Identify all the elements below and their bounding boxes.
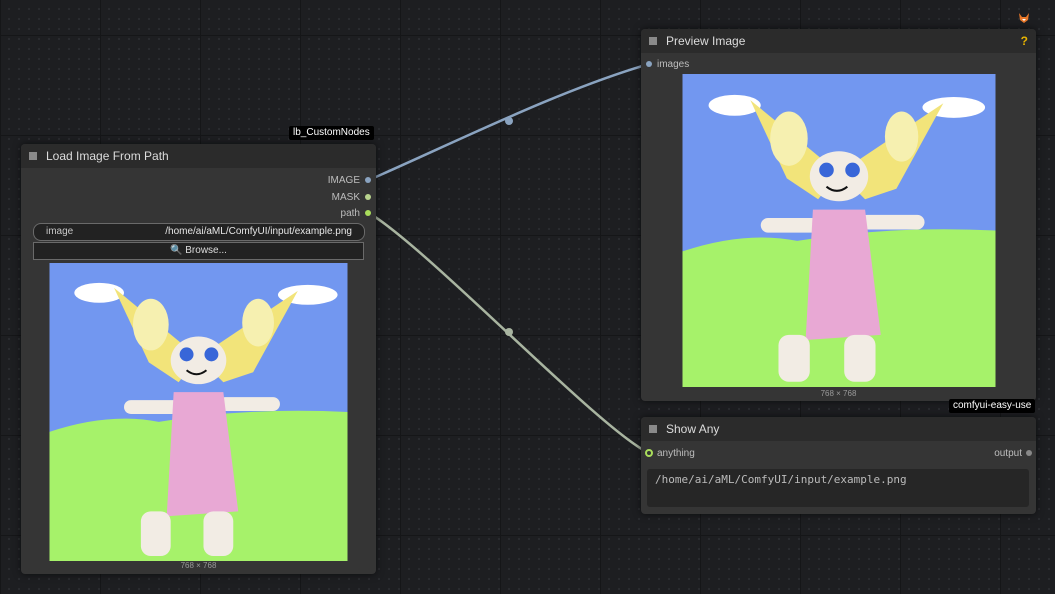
browse-button[interactable]: 🔍 Browse... <box>33 242 364 260</box>
output-label-image: IMAGE <box>327 175 360 186</box>
node-source-badge: lb_CustomNodes <box>289 126 374 140</box>
image-path-widget[interactable]: image /home/ai/aML/ComfyUI/input/example… <box>33 223 365 241</box>
image-size-caption: 768 × 768 <box>180 561 217 570</box>
path-link <box>368 211 650 455</box>
show-any-node[interactable]: Show Any anything output /home/ai/aML/Co… <box>641 417 1036 514</box>
output-slot-output[interactable] <box>1026 450 1032 456</box>
browse-label: Browse... <box>185 245 227 256</box>
help-button[interactable]: ? <box>1021 29 1028 53</box>
output-slot-image[interactable] <box>365 177 371 183</box>
path-link-midpoint[interactable] <box>505 328 513 336</box>
preview-image-output <box>682 74 996 387</box>
output-label-output: output <box>994 448 1022 459</box>
output-text-display[interactable]: /home/ai/aML/ComfyUI/input/example.png <box>647 469 1029 507</box>
node-title: Load Image From Path <box>46 149 169 163</box>
input-label-images: images <box>657 59 690 70</box>
output-label-mask: MASK <box>331 192 360 203</box>
node-title: Preview Image <box>666 34 746 48</box>
node-title-bar[interactable]: Show Any <box>641 417 1036 441</box>
search-icon: 🔍 <box>170 245 183 256</box>
input-slot-anything[interactable] <box>645 449 653 457</box>
image-widget-value: /home/ai/aML/ComfyUI/input/example.png <box>165 226 352 237</box>
input-slot-images[interactable] <box>646 61 652 67</box>
output-slot-path[interactable] <box>365 210 371 216</box>
output-slot-mask[interactable] <box>365 194 371 200</box>
node-title-bar[interactable]: Preview Image ? <box>641 29 1036 53</box>
image-widget-label: image <box>46 226 74 237</box>
output-label-path: path <box>340 208 360 219</box>
image-link-midpoint[interactable] <box>505 117 513 125</box>
node-title-bar[interactable]: Load Image From Path <box>21 144 376 168</box>
collapse-toggle[interactable] <box>649 425 657 433</box>
preview-image-node[interactable]: Preview Image ? images 768 × 768 <box>641 29 1036 401</box>
load-image-node[interactable]: Load Image From Path IMAGE MASK path ima… <box>21 144 376 574</box>
collapse-toggle[interactable] <box>29 152 37 160</box>
image-size-caption: 768 × 768 <box>820 389 857 398</box>
input-label-anything: anything <box>657 448 695 459</box>
collapse-toggle[interactable] <box>649 37 657 45</box>
node-title: Show Any <box>666 422 720 436</box>
fox-icon <box>1018 11 1030 23</box>
loaded-image-preview <box>49 263 348 561</box>
image-link <box>368 62 650 182</box>
node-source-badge: comfyui-easy-use <box>949 399 1036 413</box>
